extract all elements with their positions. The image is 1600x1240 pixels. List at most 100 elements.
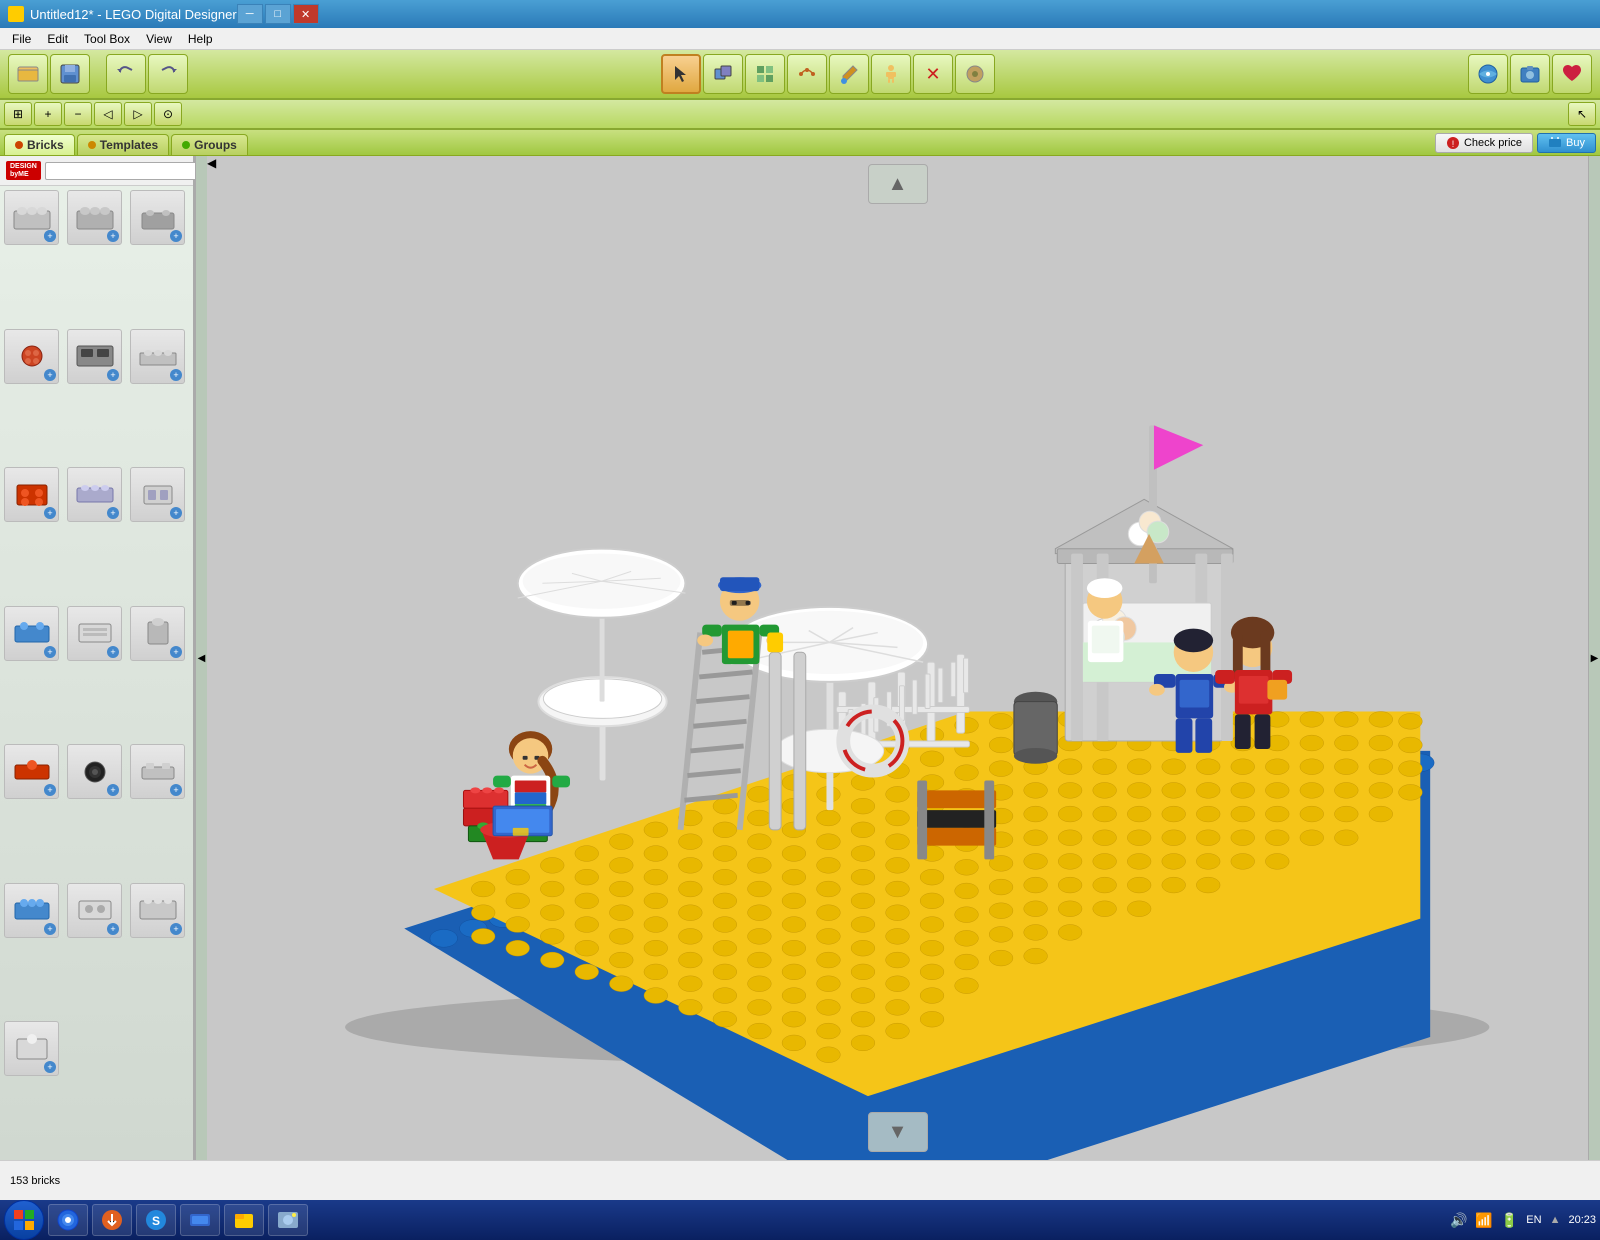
list-item[interactable]: +	[4, 329, 59, 384]
list-item[interactable]: + +	[4, 190, 59, 245]
list-item[interactable]: +	[130, 883, 185, 938]
undo-button[interactable]	[106, 54, 146, 94]
pan-left-button[interactable]: ◁	[94, 102, 122, 126]
left-panel-collapse[interactable]: ◀	[195, 156, 207, 1160]
tray-volume[interactable]: 🔊	[1450, 1212, 1467, 1229]
list-item[interactable]: +	[130, 190, 185, 245]
tabbar: Bricks Templates Groups ! Check price Bu…	[0, 130, 1600, 156]
check-price-button[interactable]: ! Check price	[1435, 133, 1533, 153]
tray-network[interactable]: 📶	[1475, 1212, 1492, 1229]
taskbar-time: 20:23	[1568, 1214, 1596, 1226]
list-item[interactable]: +	[67, 467, 122, 522]
save-button[interactable]	[50, 54, 90, 94]
taskbar-lang[interactable]: EN	[1526, 1214, 1541, 1226]
search-input[interactable]	[45, 162, 197, 180]
list-item[interactable]: +	[67, 883, 122, 938]
list-item[interactable]: +	[130, 606, 185, 661]
titlebar: Untitled12* - LEGO Digital Designer ─ □ …	[0, 0, 1600, 28]
brick-add-icon: +	[44, 784, 56, 796]
zoom-out-button[interactable]: −	[64, 102, 92, 126]
app-icon	[8, 6, 24, 22]
list-item[interactable]: +	[67, 329, 122, 384]
brick-add-icon: +	[170, 230, 182, 242]
menu-toolbox[interactable]: Tool Box	[76, 30, 138, 48]
flexible-tool[interactable]	[787, 54, 827, 94]
titlebar-controls: ─ □ ✕	[237, 4, 319, 24]
svg-text:S: S	[152, 1214, 160, 1228]
brick-add-icon: +	[170, 369, 182, 381]
tab-groups[interactable]: Groups	[171, 134, 248, 155]
tab-templates-label: Templates	[100, 138, 158, 152]
tab-templates[interactable]: Templates	[77, 134, 169, 155]
start-button[interactable]	[4, 1200, 44, 1240]
nav-up-button[interactable]: ▲	[868, 164, 928, 204]
pan-center-button[interactable]: ⊙	[154, 102, 182, 126]
taskbar-right: 🔊 📶 🔋 EN ▲ 20:23	[1450, 1212, 1596, 1229]
list-item[interactable]: +	[130, 744, 185, 799]
brick-add-icon: +	[107, 784, 119, 796]
taskbar-explorer[interactable]	[224, 1204, 264, 1236]
brick-add-icon: +	[107, 230, 119, 242]
hinge-tool[interactable]	[745, 54, 785, 94]
minimize-button[interactable]: ─	[237, 4, 263, 24]
misc-tool[interactable]	[955, 54, 995, 94]
paint-tool[interactable]	[829, 54, 869, 94]
zoom-in-button[interactable]: +	[34, 102, 62, 126]
bricks-grid: + + + + + + +	[0, 186, 193, 1160]
minifig-tool[interactable]	[871, 54, 911, 94]
menu-help[interactable]: Help	[180, 30, 221, 48]
right-panel-collapse[interactable]: ▶	[1588, 156, 1600, 1160]
taskbar-skype[interactable]: S	[136, 1204, 176, 1236]
designbyme-logo: DESIGNbyME	[6, 161, 41, 180]
viewport-canvas[interactable]: ▲ ◀	[207, 156, 1588, 1160]
list-item[interactable]: +	[4, 606, 59, 661]
list-item[interactable]: +	[67, 606, 122, 661]
taskbar-browser[interactable]	[48, 1204, 88, 1236]
tab-bricks[interactable]: Bricks	[4, 134, 75, 155]
zoom-fit-button[interactable]: ⊞	[4, 102, 32, 126]
list-item[interactable]: +	[130, 467, 185, 522]
svg-text:!: !	[1452, 139, 1455, 149]
share-web-button[interactable]	[1468, 54, 1508, 94]
taskbar-downloader[interactable]	[92, 1204, 132, 1236]
list-item[interactable]: +	[4, 1021, 59, 1076]
list-item[interactable]: +	[67, 190, 122, 245]
cursor-mode-button[interactable]: ↖	[1568, 102, 1596, 126]
redo-button[interactable]	[148, 54, 188, 94]
pan-right-button[interactable]: ▷	[124, 102, 152, 126]
list-item[interactable]: +	[130, 329, 185, 384]
taskbar-lego[interactable]	[180, 1204, 220, 1236]
close-button[interactable]: ✕	[293, 4, 319, 24]
tray-arrow-up[interactable]: ▲	[1550, 1214, 1561, 1226]
taskbar-photos[interactable]	[268, 1204, 308, 1236]
list-item[interactable]: +	[67, 744, 122, 799]
tab-groups-label: Groups	[194, 138, 237, 152]
nav-down-button[interactable]: ▼	[868, 1112, 928, 1152]
open-button[interactable]	[8, 54, 48, 94]
menu-file[interactable]: File	[4, 30, 39, 48]
menu-edit[interactable]: Edit	[39, 30, 76, 48]
clone-tool[interactable]	[703, 54, 743, 94]
toolbar2: ⊞ + − ◁ ▷ ⊙ ↖	[0, 100, 1600, 130]
buy-button[interactable]: Buy	[1537, 133, 1596, 153]
brick-add-icon: +	[44, 507, 56, 519]
menu-view[interactable]: View	[138, 30, 180, 48]
share-heart-button[interactable]	[1552, 54, 1592, 94]
brick-add-icon: +	[44, 923, 56, 935]
tray-battery[interactable]: 🔋	[1501, 1212, 1518, 1229]
toolbar2-left: ⊞ + − ◁ ▷ ⊙	[4, 102, 182, 126]
list-item[interactable]: +	[4, 744, 59, 799]
share-photo-button[interactable]	[1510, 54, 1550, 94]
tab-bricks-label: Bricks	[27, 138, 64, 152]
delete-tool[interactable]: ✕	[913, 54, 953, 94]
list-item[interactable]: +	[4, 883, 59, 938]
list-item[interactable]: +	[4, 467, 59, 522]
history-tools	[106, 54, 188, 94]
maximize-button[interactable]: □	[265, 4, 291, 24]
select-tool[interactable]	[661, 54, 701, 94]
tabbar-right: ! Check price Buy	[1435, 133, 1596, 155]
taskbar: S 🔊 📶 🔋 EN ▲ 20:23	[0, 1200, 1600, 1240]
brick-add-icon: +	[170, 646, 182, 658]
brick-add-icon: +	[44, 230, 56, 242]
lego-scene	[207, 170, 1588, 1160]
